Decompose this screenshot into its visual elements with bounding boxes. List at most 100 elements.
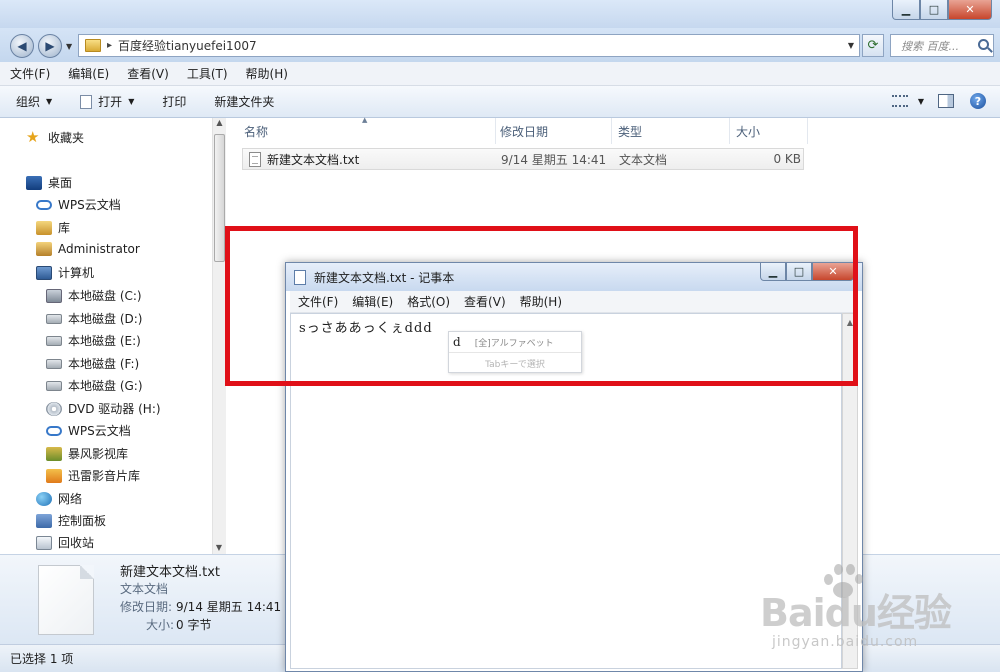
details-file-type: 文本文档: [120, 582, 169, 596]
nav-computer[interactable]: 计算机: [36, 264, 94, 281]
details-file-name: 新建文本文档.txt: [120, 565, 221, 580]
print-button[interactable]: 打印: [162, 93, 186, 110]
nav-label: WPS云文档: [58, 198, 121, 212]
desktop-icon: [26, 175, 42, 190]
video-library-icon: [46, 468, 62, 483]
scroll-up-icon[interactable]: ▲: [213, 118, 226, 127]
notepad-icon: [80, 94, 93, 109]
notepad-icon: [294, 269, 306, 285]
disk-icon: [46, 335, 62, 346]
nav-dvd[interactable]: DVD 驱动器 (H:): [46, 400, 161, 417]
nav-recycle-bin[interactable]: 回收站: [36, 534, 94, 551]
notepad-close-button[interactable]: ✕: [812, 263, 854, 281]
notepad-menu-file[interactable]: 文件(F): [298, 293, 338, 310]
nav-favorites[interactable]: ★ 收藏夹: [26, 128, 84, 146]
notepad-menu-format[interactable]: 格式(O): [407, 293, 450, 310]
open-button[interactable]: 打开 ▼: [80, 93, 134, 110]
nav-label: 本地磁盘 (D:): [68, 312, 143, 326]
forward-arrow-icon[interactable]: ▶: [38, 34, 62, 58]
status-text: 已选择 1 项: [10, 652, 74, 666]
notepad-menu-help[interactable]: 帮助(H): [520, 293, 562, 310]
ime-tab-hint: Tabキーで選択: [485, 359, 545, 370]
new-folder-button[interactable]: 新建文件夹: [214, 93, 274, 110]
column-header-date[interactable]: 修改日期: [492, 118, 612, 144]
notepad-menu-view[interactable]: 查看(V): [464, 293, 506, 310]
back-arrow-icon[interactable]: ◀: [10, 34, 34, 58]
search-placeholder: 搜索 百度...: [901, 39, 959, 53]
nav-label: 本地磁盘 (C:): [68, 289, 142, 303]
ime-candidate: d: [453, 335, 461, 349]
scroll-up-icon[interactable]: ▲: [843, 318, 857, 327]
nav-label: 桌面: [48, 176, 73, 190]
file-row[interactable]: 新建文本文档.txt 9/14 星期五 14:41 文本文档 0 KB: [242, 148, 804, 170]
nav-storm-library[interactable]: 暴风影视库: [46, 445, 128, 462]
disk-icon: [46, 358, 62, 369]
nav-disk-d[interactable]: 本地磁盘 (D:): [46, 310, 142, 327]
nav-disk-c[interactable]: 本地磁盘 (C:): [46, 287, 142, 304]
ime-candidate-popup[interactable]: d [全]アルファベット Tabキーで選択: [448, 331, 582, 373]
ime-candidate-row[interactable]: d [全]アルファベット: [449, 332, 581, 353]
nav-disk-e[interactable]: 本地磁盘 (E:): [46, 332, 141, 349]
notepad-minimize-button[interactable]: ▁: [760, 263, 786, 281]
nav-label: 收藏夹: [48, 130, 85, 145]
nav-wps-cloud-2[interactable]: WPS云文档: [46, 422, 131, 439]
menu-edit[interactable]: 编辑(E): [68, 65, 109, 82]
address-path[interactable]: 百度经验tianyuefei1007: [118, 37, 843, 54]
menu-file[interactable]: 文件(F): [10, 65, 50, 82]
baidu-watermark: Baidu经验 jingyan.baidu.com: [760, 562, 990, 662]
media-library-icon: [46, 446, 62, 461]
address-dropdown-chevron-icon[interactable]: ▼: [843, 41, 859, 50]
cloud-icon: [46, 425, 62, 436]
column-header-type[interactable]: 类型: [610, 118, 730, 144]
maximize-button[interactable]: □: [920, 0, 948, 20]
nav-label: 暴风影视库: [68, 447, 129, 461]
nav-label: 网络: [58, 492, 83, 506]
organize-button[interactable]: 组织 ▼: [16, 93, 52, 110]
notepad-maximize-button[interactable]: □: [786, 263, 812, 281]
column-header-name[interactable]: 名称: [236, 118, 496, 144]
notepad-menubar: 文件(F) 编辑(E) 格式(O) 查看(V) 帮助(H): [290, 291, 858, 313]
address-bar[interactable]: ▸ 百度经验tianyuefei1007 ▼: [78, 34, 860, 57]
menu-help[interactable]: 帮助(H): [246, 65, 288, 82]
nav-network[interactable]: 网络: [36, 490, 82, 507]
nav-label: WPS云文档: [68, 424, 131, 438]
nav-disk-f[interactable]: 本地磁盘 (F:): [46, 355, 139, 372]
column-header-size[interactable]: 大小: [728, 118, 808, 144]
nav-administrator[interactable]: Administrator: [36, 242, 140, 256]
nav-control-panel[interactable]: 控制面板: [36, 512, 106, 529]
scroll-thumb[interactable]: [214, 134, 225, 262]
breadcrumb-separator-icon[interactable]: ▸: [107, 40, 112, 51]
notepad-titlebar[interactable]: 新建文本文档.txt - 记事本 ▁ □ ✕: [286, 263, 862, 291]
open-label: 打开: [98, 95, 123, 109]
document-thumbnail-icon: [38, 565, 94, 635]
nav-label: DVD 驱动器 (H:): [68, 402, 161, 416]
close-button[interactable]: ✕: [948, 0, 992, 20]
menu-view[interactable]: 查看(V): [127, 65, 169, 82]
explorer-toolbar: 组织 ▼ 打开 ▼ 打印 新建文件夹 ▼ ?: [0, 86, 1000, 118]
details-size-label: 大小:: [146, 618, 175, 632]
nav-disk-g[interactable]: 本地磁盘 (G:): [46, 377, 143, 394]
nav-library[interactable]: 库: [36, 219, 70, 236]
menu-tools[interactable]: 工具(T): [187, 65, 228, 82]
notepad-title: 新建文本文档.txt - 记事本: [314, 270, 455, 285]
help-icon[interactable]: ?: [970, 93, 986, 109]
view-chevron-down-icon[interactable]: ▼: [918, 97, 924, 106]
control-panel-icon: [36, 513, 52, 528]
chevron-down-icon: ▼: [128, 97, 135, 106]
nav-desktop[interactable]: 桌面: [26, 174, 72, 191]
nav-thunder-library[interactable]: 迅雷影音片库: [46, 467, 140, 484]
minimize-button[interactable]: ▁: [892, 0, 920, 20]
details-modified-value: 9/14 星期五 14:41: [176, 600, 282, 614]
search-icon[interactable]: [978, 39, 989, 50]
view-options-icon[interactable]: [891, 95, 908, 107]
recent-pages-chevron-icon[interactable]: ▼: [66, 42, 72, 51]
search-input[interactable]: 搜索 百度...: [890, 34, 994, 57]
scroll-down-icon[interactable]: ▼: [213, 543, 225, 552]
preview-pane-icon[interactable]: [938, 94, 954, 108]
nav-label: 库: [58, 221, 71, 235]
notepad-menu-edit[interactable]: 编辑(E): [352, 293, 393, 310]
refresh-icon[interactable]: ⟳: [862, 34, 884, 57]
nav-wps-cloud[interactable]: WPS云文档: [36, 196, 121, 213]
navigation-scrollbar[interactable]: ▲ ▼: [212, 118, 226, 554]
file-size: 0 KB: [773, 152, 801, 166]
